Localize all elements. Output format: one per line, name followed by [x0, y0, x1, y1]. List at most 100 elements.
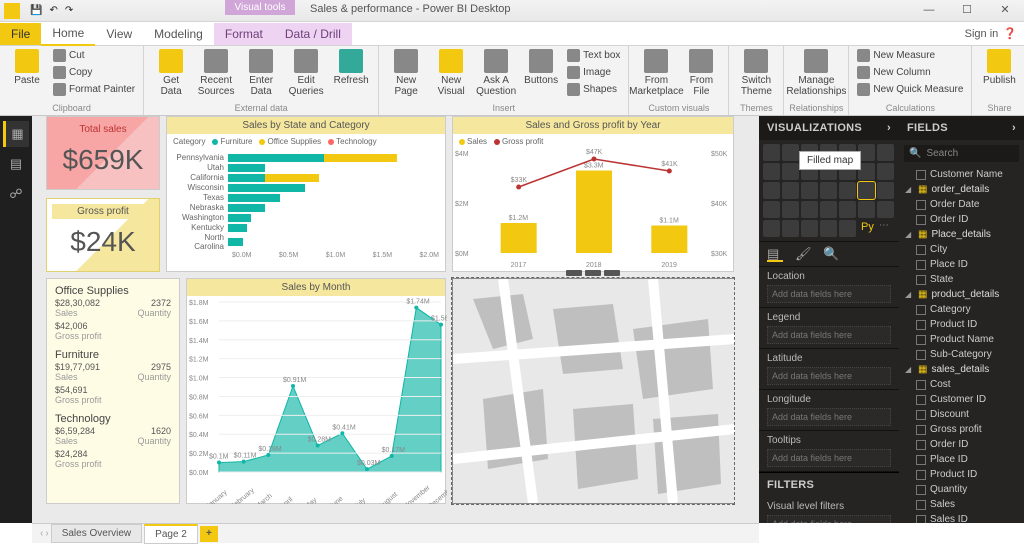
enter-data-button[interactable]: Enter Data: [239, 47, 283, 99]
field-item[interactable]: Cost: [902, 377, 1021, 392]
shapes-button[interactable]: Shapes: [564, 81, 623, 98]
field-item[interactable]: Quantity: [902, 482, 1021, 497]
viz-type-button[interactable]: [877, 201, 894, 218]
viz-type-button[interactable]: [763, 163, 780, 180]
field-item[interactable]: City: [902, 242, 1021, 257]
new-visual-button[interactable]: New Visual: [429, 47, 473, 99]
from-marketplace-button[interactable]: From Marketplace: [634, 47, 678, 99]
cut-button[interactable]: Cut: [50, 47, 138, 64]
recent-sources-button[interactable]: Recent Sources: [194, 47, 238, 99]
field-item[interactable]: Product Name: [902, 332, 1021, 347]
chevron-right-icon[interactable]: ›: [887, 122, 891, 134]
viz-type-button[interactable]: [839, 220, 856, 237]
save-icon[interactable]: 💾: [27, 5, 45, 16]
data-view-button[interactable]: ▤: [3, 151, 29, 177]
viz-type-button[interactable]: [782, 144, 799, 161]
well-legend-dropzone[interactable]: Add data fields here: [767, 326, 891, 344]
page-tab-1[interactable]: Sales Overview: [51, 524, 142, 543]
well-location-dropzone[interactable]: Add data fields here: [767, 285, 891, 303]
minimize-button[interactable]: —: [910, 0, 948, 22]
field-item[interactable]: Category: [902, 302, 1021, 317]
viz-type-button[interactable]: [801, 220, 818, 237]
prev-page-icon[interactable]: ‹: [40, 528, 43, 539]
viz-type-button[interactable]: [763, 201, 780, 218]
image-button[interactable]: Image: [564, 64, 623, 81]
chart-state-category[interactable]: Sales by State and Category Category Fur…: [166, 116, 446, 272]
fields-tab-icon[interactable]: ▤: [767, 246, 783, 262]
viz-type-button[interactable]: [782, 163, 799, 180]
table-row[interactable]: ◢▦sales_details: [902, 362, 1021, 377]
viz-type-button[interactable]: [782, 220, 799, 237]
viz-type-button[interactable]: [839, 201, 856, 218]
get-data-button[interactable]: Get Data: [149, 47, 193, 99]
new-measure-button[interactable]: New Measure: [854, 47, 966, 64]
format-painter-button[interactable]: Format Painter: [50, 81, 138, 98]
field-item[interactable]: Sales ID: [902, 512, 1021, 523]
kpi-total-sales[interactable]: Total sales $659K: [46, 116, 160, 190]
table-row[interactable]: ◢▦product_details: [902, 287, 1021, 302]
field-item[interactable]: Place ID: [902, 257, 1021, 272]
python-visual-icon[interactable]: Py: [858, 220, 877, 237]
undo-icon[interactable]: ↶: [46, 5, 60, 16]
add-page-button[interactable]: +: [200, 526, 218, 542]
visual-filters-dropzone[interactable]: Add data fields here: [767, 515, 891, 523]
viz-type-button[interactable]: [782, 201, 799, 218]
viz-type-button[interactable]: [763, 220, 780, 237]
field-item[interactable]: Gross profit: [902, 422, 1021, 437]
field-item[interactable]: Discount: [902, 407, 1021, 422]
selection-handle[interactable]: [533, 270, 653, 279]
viz-type-button[interactable]: [877, 144, 894, 161]
visual-filled-map[interactable]: [452, 278, 734, 504]
field-item[interactable]: Order ID: [902, 437, 1021, 452]
viz-type-button[interactable]: [782, 182, 799, 199]
tab-view[interactable]: View: [95, 23, 143, 45]
viz-type-button[interactable]: [820, 182, 837, 199]
field-item[interactable]: Product ID: [902, 317, 1021, 332]
tab-modeling[interactable]: Modeling: [143, 23, 214, 45]
field-item[interactable]: Sales: [902, 497, 1021, 512]
field-item[interactable]: Place ID: [902, 452, 1021, 467]
report-view-button[interactable]: ▦: [3, 121, 29, 147]
publish-button[interactable]: Publish: [977, 47, 1021, 88]
field-item[interactable]: Product ID: [902, 467, 1021, 482]
viz-type-button[interactable]: [839, 182, 856, 199]
chart-month[interactable]: Sales by Month $0.0M$0.2M$0.4M$0.6M$0.8M…: [186, 278, 446, 504]
tab-data-drill[interactable]: Data / Drill: [274, 23, 352, 45]
textbox-button[interactable]: Text box: [564, 47, 623, 64]
well-tooltips-dropzone[interactable]: Add data fields here: [767, 449, 891, 467]
kpi-gross-profit[interactable]: Gross profit $24K: [46, 198, 160, 272]
redo-icon[interactable]: ↷: [62, 5, 76, 16]
viz-type-button[interactable]: [877, 163, 894, 180]
tab-home[interactable]: Home: [41, 22, 95, 46]
paste-button[interactable]: Paste: [5, 47, 49, 88]
more-visuals-icon[interactable]: ⋯: [879, 220, 889, 237]
field-item[interactable]: State: [902, 272, 1021, 287]
format-tab-icon[interactable]: 🖌: [795, 246, 811, 262]
field-item[interactable]: Order Date: [902, 197, 1021, 212]
close-button[interactable]: ✕: [986, 0, 1024, 22]
viz-type-button[interactable]: [820, 201, 837, 218]
buttons-button[interactable]: Buttons: [519, 47, 563, 88]
sign-in[interactable]: Sign in ❓: [958, 24, 1024, 43]
viz-type-button[interactable]: [820, 220, 837, 237]
viz-type-button[interactable]: [858, 201, 875, 218]
viz-type-button[interactable]: [801, 182, 818, 199]
well-latitude-dropzone[interactable]: Add data fields here: [767, 367, 891, 385]
field-item[interactable]: Sub-Category: [902, 347, 1021, 362]
maximize-button[interactable]: ☐: [948, 0, 986, 22]
model-view-button[interactable]: ☍: [3, 181, 29, 207]
switch-theme-button[interactable]: Switch Theme: [734, 47, 778, 99]
field-item[interactable]: Customer Name: [902, 167, 1021, 182]
new-page-button[interactable]: New Page: [384, 47, 428, 99]
viz-type-button[interactable]: [877, 182, 894, 199]
fields-search[interactable]: 🔍Search: [904, 145, 1019, 162]
refresh-button[interactable]: Refresh: [329, 47, 373, 88]
new-column-button[interactable]: New Column: [854, 64, 966, 81]
ask-question-button[interactable]: Ask A Question: [474, 47, 518, 99]
next-page-icon[interactable]: ›: [45, 528, 48, 539]
edit-queries-button[interactable]: Edit Queries: [284, 47, 328, 99]
chart-year[interactable]: Sales and Gross profit by Year Sales Gro…: [452, 116, 734, 272]
manage-relationships-button[interactable]: Manage Relationships: [794, 47, 838, 99]
card-category-table[interactable]: Office Supplies$28,30,0822372SalesQuanti…: [46, 278, 180, 504]
table-row[interactable]: ◢▦Place_details: [902, 227, 1021, 242]
